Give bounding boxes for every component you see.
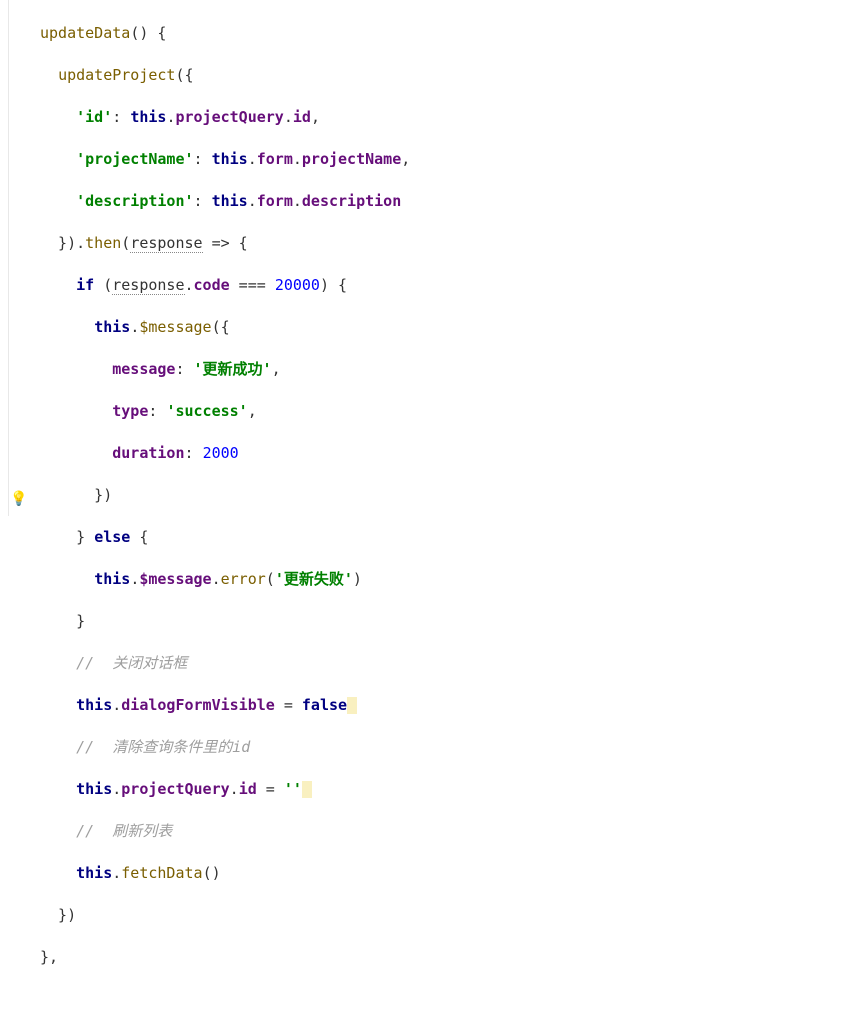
this-kw: this <box>130 108 166 126</box>
code-line: }) <box>40 485 410 506</box>
number: 2000 <box>203 444 239 462</box>
warn-highlight <box>347 697 357 714</box>
fold-guide <box>8 0 9 516</box>
comment: // 清除查询条件里的id <box>76 738 250 756</box>
call: fetchData <box>121 864 202 882</box>
call: $message <box>139 318 211 336</box>
code-line: this.$message.error('更新失败') <box>40 569 410 590</box>
bool: false <box>302 696 347 714</box>
code-line: }) <box>40 905 410 926</box>
code-line: 'projectName': this.form.projectName, <box>40 149 410 170</box>
ident: response <box>112 276 184 294</box>
key: duration <box>112 444 184 462</box>
string: '更新失败' <box>275 570 353 588</box>
this-kw: this <box>76 780 112 798</box>
call-name: updateProject <box>58 66 175 84</box>
code-line: }).then(response => { <box>40 233 410 254</box>
code-line: // 关闭对话框 <box>40 653 410 674</box>
string: '更新成功' <box>194 360 272 378</box>
code-line: } <box>40 611 410 632</box>
code-editor: 💡 updateData() { updateProject({ 'id': t… <box>0 0 853 516</box>
code-line: updateData() { <box>40 23 410 44</box>
field: projectName <box>302 150 401 168</box>
prop: form <box>257 192 293 210</box>
prop: projectQuery <box>121 780 229 798</box>
prop: projectQuery <box>175 108 283 126</box>
this-kw: this <box>212 192 248 210</box>
field: id <box>239 780 257 798</box>
field: id <box>293 108 311 126</box>
key: message <box>112 360 175 378</box>
this-kw: this <box>212 150 248 168</box>
call: error <box>221 570 266 588</box>
comment: // 关闭对话框 <box>76 654 187 672</box>
prop: $message <box>139 570 211 588</box>
then: then <box>85 234 121 252</box>
code-line: this.$message({ <box>40 317 410 338</box>
key: type <box>112 402 148 420</box>
string: '' <box>284 780 302 798</box>
string: 'success' <box>166 402 247 420</box>
object-key: 'description' <box>76 192 193 210</box>
code-line: if (response.code === 20000) { <box>40 275 410 296</box>
code-line: // 清除查询条件里的id <box>40 737 410 758</box>
prop: dialogFormVisible <box>121 696 275 714</box>
this-kw: this <box>76 696 112 714</box>
code-line: 'id': this.projectQuery.id, <box>40 107 410 128</box>
code-line: this.fetchData() <box>40 863 410 884</box>
method-name: updateData <box>40 24 130 42</box>
lightbulb-icon[interactable]: 💡 <box>10 490 27 510</box>
if-kw: if <box>76 276 94 294</box>
code-line: this.dialogFormVisible = false <box>40 695 410 716</box>
this-kw: this <box>94 570 130 588</box>
object-key: 'id' <box>76 108 112 126</box>
this-kw: this <box>76 864 112 882</box>
gutter: 💡 <box>0 0 34 516</box>
warn-highlight <box>302 781 312 798</box>
prop: form <box>257 150 293 168</box>
code-line: updateProject({ <box>40 65 410 86</box>
code-area[interactable]: updateData() { updateProject({ 'id': thi… <box>34 0 410 516</box>
param: response <box>130 234 202 252</box>
comment: // 刷新列表 <box>76 822 172 840</box>
code-line: } else { <box>40 527 410 548</box>
code-line: this.projectQuery.id = '' <box>40 779 410 800</box>
code-line: type: 'success', <box>40 401 410 422</box>
number: 20000 <box>275 276 320 294</box>
this-kw: this <box>94 318 130 336</box>
prop: code <box>194 276 230 294</box>
code-line: duration: 2000 <box>40 443 410 464</box>
code-line: 'description': this.form.description <box>40 191 410 212</box>
field: description <box>302 192 401 210</box>
object-key: 'projectName' <box>76 150 193 168</box>
else-kw: else <box>94 528 130 546</box>
code-line: // 刷新列表 <box>40 821 410 842</box>
code-line: message: '更新成功', <box>40 359 410 380</box>
code-line: }, <box>40 947 410 968</box>
